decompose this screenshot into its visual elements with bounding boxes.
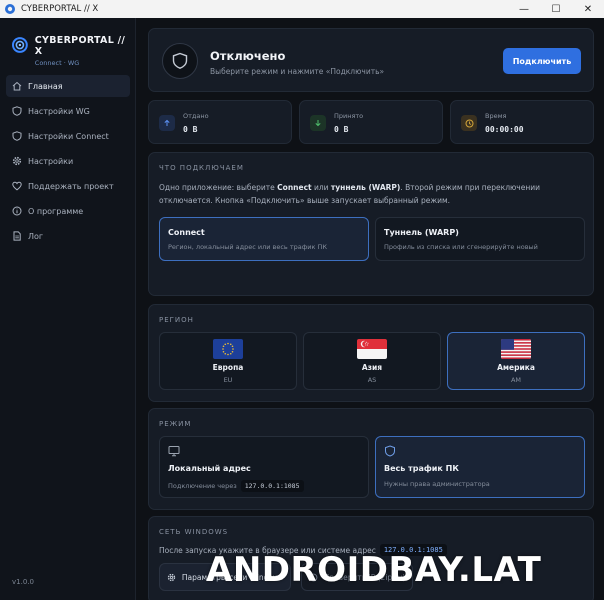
section-description: Одно приложение: выберите Connect или ту… (159, 183, 541, 205)
sidebar-item-label: Настройки (28, 156, 74, 166)
stat-value: 00:00:00 (485, 125, 524, 134)
stat-label: Принято (334, 112, 364, 120)
arrow-down-icon (310, 115, 326, 131)
document-icon (13, 231, 21, 241)
connect-button[interactable]: Подключить (503, 48, 581, 74)
shield-icon (12, 131, 22, 141)
stat-label: Время (485, 112, 507, 120)
gear-icon (167, 573, 176, 581)
brand-name: CYBERPORTAL // X (34, 35, 126, 57)
section-title: ЧТО ПОДКЛЮЧАЕМ (159, 164, 244, 172)
region-code: AS (367, 376, 377, 384)
us-flag-icon (501, 339, 531, 359)
stat-time: Время 00:00:00 (450, 100, 594, 144)
status-shield (162, 43, 198, 79)
region-code: AM (510, 376, 522, 384)
brand: CYBERPORTAL // X Connect · WG (12, 35, 135, 67)
shield-icon (12, 106, 22, 116)
sidebar-item-connect-settings[interactable]: Настройки Connect (6, 125, 130, 147)
option-subtitle: Регион, локальный адрес или весь трафик … (168, 243, 327, 251)
stat-value: 0 B (334, 125, 349, 134)
section-title: РЕЖИМ (159, 420, 192, 428)
option-connect[interactable]: Connect Регион, локальный адрес или весь… (159, 217, 369, 261)
window-titlebar: CYBERPORTAL // X — ☐ ✕ (0, 0, 604, 18)
option-title: Connect (168, 228, 205, 237)
clock-icon (461, 115, 477, 131)
mode-title: Локальный адрес (168, 464, 251, 473)
region-section: РЕГИОН Европа EU Азия AS Америка AM (148, 304, 594, 402)
connection-status-card: Отключено Выберите режим и нажмите «Подк… (148, 28, 594, 92)
maximize-button[interactable]: ☐ (540, 0, 572, 18)
app-logo-icon (5, 4, 15, 14)
singapore-flag-icon (357, 339, 387, 359)
gear-icon (12, 156, 22, 166)
sidebar-item-label: Настройки Connect (28, 131, 109, 141)
sidebar-item-label: Лог (28, 231, 44, 241)
mode-title: Весь трафик ПК (384, 464, 459, 473)
status-hint: Выберите режим и нажмите «Подключить» (210, 67, 385, 76)
window-title: CYBERPORTAL // X (21, 4, 99, 14)
app-version: v1.0.0 (12, 578, 34, 586)
sidebar-item-log[interactable]: Лог (6, 225, 130, 247)
monitor-icon (168, 446, 180, 457)
sidebar-item-label: О программе (28, 206, 84, 216)
home-icon (12, 81, 22, 91)
heart-icon (12, 181, 22, 191)
stat-value: 0 B (183, 125, 198, 134)
mode-all-traffic[interactable]: Весь трафик ПК Нужны права администратор… (375, 436, 585, 498)
stat-label: Отдано (183, 112, 209, 120)
sidebar: CYBERPORTAL // X Connect · WG Главная На… (0, 18, 136, 600)
info-icon (12, 206, 22, 216)
section-title: РЕГИОН (159, 316, 194, 324)
region-america[interactable]: Америка AM (447, 332, 585, 390)
stat-sent: Отдано 0 B (148, 100, 292, 144)
spiral-logo-icon (12, 37, 28, 53)
mode-local-address[interactable]: Локальный адрес Подключение через 127.0.0… (159, 436, 369, 498)
sidebar-item-wg-settings[interactable]: Настройки WG (6, 100, 130, 122)
shield-icon (385, 445, 395, 457)
mode-subtitle: Нужны права администратора (384, 480, 490, 488)
sidebar-item-label: Поддержать проект (28, 181, 114, 191)
status-title: Отключено (210, 49, 286, 63)
option-subtitle: Профиль из списка или сгенерируйте новый (384, 243, 538, 251)
watermark-text: ANDROIDBAY.LAT (206, 550, 542, 590)
sidebar-nav: Главная Настройки WG Настройки Connect Н… (6, 75, 130, 250)
mode-subtitle: Подключение через 127.0.0.1:1085 (168, 480, 304, 492)
stat-received: Принято 0 B (299, 100, 443, 144)
sidebar-item-home[interactable]: Главная (6, 75, 130, 97)
brand-subtitle: Connect · WG (34, 59, 80, 67)
arrow-up-icon (159, 115, 175, 131)
sidebar-item-label: Настройки WG (28, 106, 90, 116)
sidebar-item-about[interactable]: О программе (6, 200, 130, 222)
shield-icon (172, 52, 188, 69)
option-tunnel-warp[interactable]: Туннель (WARP) Профиль из списка или сге… (375, 217, 585, 261)
region-name: Европа (212, 363, 244, 372)
sidebar-item-label: Главная (28, 81, 63, 91)
mode-section: РЕЖИМ Локальный адрес Подключение через 1… (148, 408, 594, 510)
option-title: Туннель (WARP) (384, 228, 459, 237)
region-asia[interactable]: Азия AS (303, 332, 441, 390)
region-code: EU (223, 376, 233, 384)
section-title: СЕТЬ WINDOWS (159, 528, 229, 536)
sidebar-item-settings[interactable]: Настройки (6, 150, 130, 172)
what-to-connect-section: ЧТО ПОДКЛЮЧАЕМ Одно приложение: выберите… (148, 152, 594, 296)
region-name: Азия (361, 363, 383, 372)
region-name: Америка (497, 363, 535, 372)
sidebar-item-support[interactable]: Поддержать проект (6, 175, 130, 197)
minimize-button[interactable]: — (508, 0, 540, 18)
local-address-code: 127.0.0.1:1085 (240, 480, 304, 492)
region-europe[interactable]: Европа EU (159, 332, 297, 390)
close-button[interactable]: ✕ (572, 0, 604, 18)
eu-flag-icon (213, 339, 243, 359)
